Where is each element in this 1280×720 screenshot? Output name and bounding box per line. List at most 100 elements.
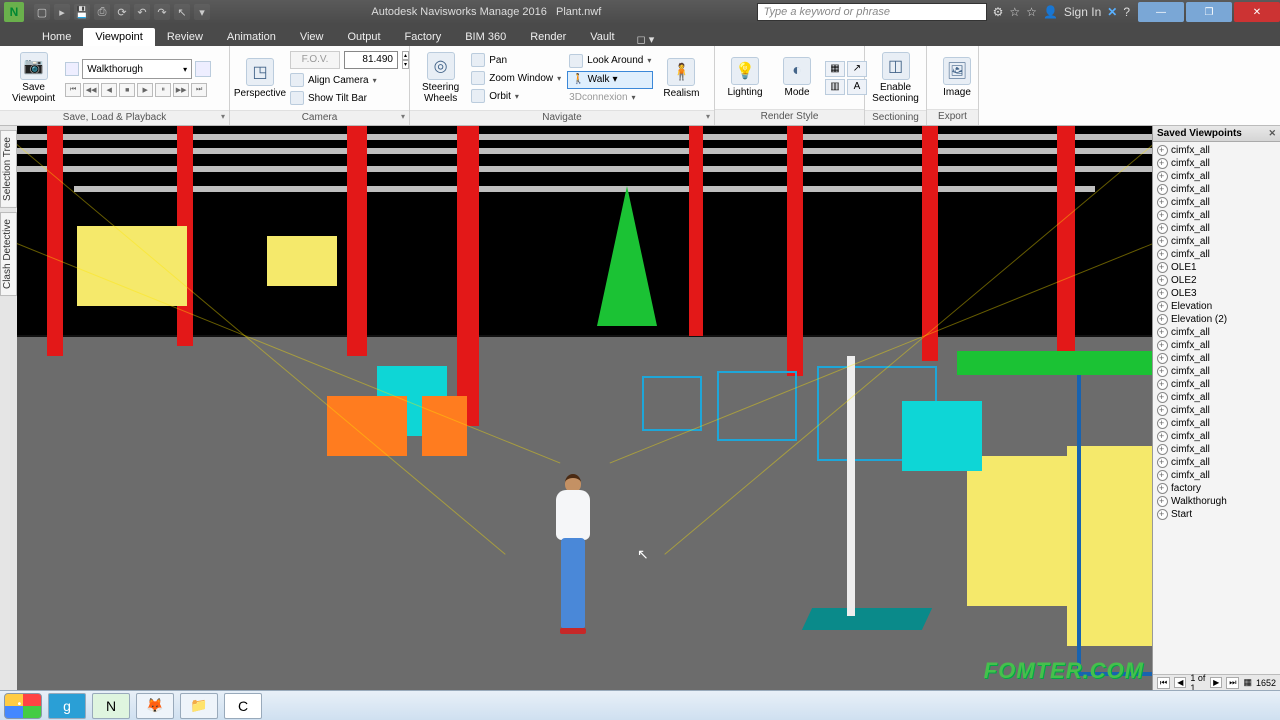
walkthrough-select[interactable]: Walkthorugh▾: [82, 59, 192, 79]
status-last-button[interactable]: ⏭: [1226, 677, 1239, 689]
zoom-window-button[interactable]: Zoom Window▾: [469, 70, 563, 86]
orbit-button[interactable]: Orbit▾: [469, 88, 563, 104]
saved-viewpoint-item[interactable]: cimfx_all: [1153, 222, 1280, 235]
saved-viewpoint-item[interactable]: cimfx_all: [1153, 456, 1280, 469]
rs-3-button[interactable]: ▥: [825, 79, 845, 95]
pb-end-button[interactable]: ⏭: [191, 83, 207, 97]
qat-new-icon[interactable]: ▢: [34, 4, 50, 20]
saved-viewpoint-item[interactable]: Elevation: [1153, 300, 1280, 313]
show-tilt-button[interactable]: Show Tilt Bar: [288, 90, 411, 106]
tab-home[interactable]: Home: [30, 28, 83, 46]
sidetab-clash-detective[interactable]: Clash Detective: [0, 212, 17, 296]
realism-button[interactable]: 🧍 Realism: [657, 56, 705, 101]
status-next-button[interactable]: ▶: [1210, 677, 1222, 688]
tab-viewpoint[interactable]: Viewpoint: [83, 28, 155, 46]
saved-viewpoint-item[interactable]: cimfx_all: [1153, 235, 1280, 248]
star2-icon[interactable]: ☆: [1026, 5, 1037, 19]
taskbar-firefox-button[interactable]: 🦊: [136, 693, 174, 719]
saved-viewpoint-item[interactable]: cimfx_all: [1153, 170, 1280, 183]
taskbar-app1-button[interactable]: g: [48, 693, 86, 719]
saved-viewpoint-item[interactable]: OLE1: [1153, 261, 1280, 274]
close-button[interactable]: ✕: [1234, 2, 1280, 22]
saved-viewpoint-item[interactable]: OLE3: [1153, 287, 1280, 300]
saved-viewpoint-item[interactable]: cimfx_all: [1153, 209, 1280, 222]
saved-viewpoint-item[interactable]: cimfx_all: [1153, 248, 1280, 261]
3d-viewport[interactable]: ↖ FOMTER.COM: [17, 126, 1152, 690]
status-first-button[interactable]: ⏮: [1157, 677, 1170, 689]
saved-viewpoint-item[interactable]: cimfx_all: [1153, 391, 1280, 404]
pan-button[interactable]: Pan: [469, 52, 563, 68]
exchange-icon[interactable]: ⚙: [993, 5, 1004, 19]
saved-viewpoint-item[interactable]: cimfx_all: [1153, 157, 1280, 170]
ribbon-expand-icon[interactable]: ◻ ▾: [627, 33, 655, 46]
qat-drop-icon[interactable]: ▾: [194, 4, 210, 20]
enable-sectioning-button[interactable]: ◫Enable Sectioning: [871, 50, 920, 106]
saved-viewpoints-tree[interactable]: cimfx_allcimfx_allcimfx_allcimfx_allcimf…: [1153, 142, 1280, 674]
saved-viewpoint-item[interactable]: cimfx_all: [1153, 417, 1280, 430]
tab-view[interactable]: View: [288, 28, 336, 46]
saved-viewpoint-item[interactable]: cimfx_all: [1153, 326, 1280, 339]
pb-stepback-button[interactable]: ◀◀: [83, 83, 99, 97]
image-button[interactable]: 🖼Image: [933, 55, 981, 100]
look-around-button[interactable]: Look Around▾: [567, 53, 653, 69]
perspective-button[interactable]: ◳ Perspective: [236, 56, 284, 101]
saved-viewpoint-item[interactable]: cimfx_all: [1153, 404, 1280, 417]
tab-bim360[interactable]: BIM 360: [453, 28, 518, 46]
pb-rewind-button[interactable]: ⏮: [65, 83, 81, 97]
fov-input[interactable]: 81.490: [344, 51, 398, 69]
qat-select-icon[interactable]: ↖: [174, 4, 190, 20]
start-button[interactable]: [4, 693, 42, 719]
mode-button[interactable]: ◐Mode: [773, 55, 821, 100]
pb-stepfwd-button[interactable]: ▶▶: [173, 83, 189, 97]
tab-animation[interactable]: Animation: [215, 28, 288, 46]
tab-review[interactable]: Review: [155, 28, 215, 46]
tab-factory[interactable]: Factory: [393, 28, 454, 46]
3dconnexion-button[interactable]: 3Dconnexion▾: [567, 91, 653, 104]
saved-viewpoint-item[interactable]: cimfx_all: [1153, 196, 1280, 209]
minimize-button[interactable]: —: [1138, 2, 1184, 22]
qat-refresh-icon[interactable]: ⟳: [114, 4, 130, 20]
saved-viewpoints-header[interactable]: Saved Viewpoints✕: [1153, 126, 1280, 142]
taskbar-app2-button[interactable]: C: [224, 693, 262, 719]
tab-render[interactable]: Render: [518, 28, 578, 46]
pb-play-button[interactable]: ▶: [137, 83, 153, 97]
saved-viewpoint-item[interactable]: cimfx_all: [1153, 469, 1280, 482]
panel-close-icon[interactable]: ✕: [1268, 128, 1276, 139]
saved-viewpoint-item[interactable]: cimfx_all: [1153, 183, 1280, 196]
panel-label-camera[interactable]: Camera▾: [230, 110, 409, 125]
rs-2-button[interactable]: ↗: [847, 61, 867, 77]
saved-viewpoint-item[interactable]: Elevation (2): [1153, 313, 1280, 326]
saved-viewpoint-item[interactable]: cimfx_all: [1153, 352, 1280, 365]
saved-viewpoint-item[interactable]: Start: [1153, 508, 1280, 521]
tab-vault[interactable]: Vault: [578, 28, 626, 46]
sidetab-selection-tree[interactable]: Selection Tree: [0, 130, 17, 208]
saved-viewpoint-item[interactable]: cimfx_all: [1153, 443, 1280, 456]
pb-pause-button[interactable]: ⏸: [155, 83, 171, 97]
saved-viewpoint-item[interactable]: Walkthorugh: [1153, 495, 1280, 508]
qat-print-icon[interactable]: ⎙: [94, 4, 110, 20]
taskbar-navisworks-button[interactable]: N: [92, 693, 130, 719]
saved-viewpoint-item[interactable]: cimfx_all: [1153, 430, 1280, 443]
rs-1-button[interactable]: ▦: [825, 61, 845, 77]
user-icon[interactable]: 👤: [1043, 5, 1058, 19]
tab-output[interactable]: Output: [336, 28, 393, 46]
qat-redo-icon[interactable]: ↷: [154, 4, 170, 20]
saved-viewpoint-item[interactable]: factory: [1153, 482, 1280, 495]
align-camera-button[interactable]: Align Camera▾: [288, 72, 411, 88]
lighting-button[interactable]: 💡Lighting: [721, 55, 769, 100]
save-viewpoint-button[interactable]: 📷 Save Viewpoint: [6, 50, 61, 106]
walk-button[interactable]: 🚶Walk▾: [567, 71, 653, 89]
saved-viewpoint-item[interactable]: cimfx_all: [1153, 365, 1280, 378]
qat-save-icon[interactable]: 💾: [74, 4, 90, 20]
saved-viewpoint-item[interactable]: cimfx_all: [1153, 378, 1280, 391]
rs-4-button[interactable]: A: [847, 79, 867, 95]
saved-viewpoint-item[interactable]: OLE2: [1153, 274, 1280, 287]
search-input[interactable]: Type a keyword or phrase: [757, 3, 987, 21]
pb-stop-button[interactable]: ■: [119, 83, 135, 97]
saved-viewpoint-item[interactable]: cimfx_all: [1153, 144, 1280, 157]
saved-viewpoint-item[interactable]: cimfx_all: [1153, 339, 1280, 352]
qat-undo-icon[interactable]: ↶: [134, 4, 150, 20]
star-icon[interactable]: ☆: [1009, 5, 1020, 19]
pb-back-button[interactable]: ◀: [101, 83, 117, 97]
taskbar-explorer-button[interactable]: 📁: [180, 693, 218, 719]
